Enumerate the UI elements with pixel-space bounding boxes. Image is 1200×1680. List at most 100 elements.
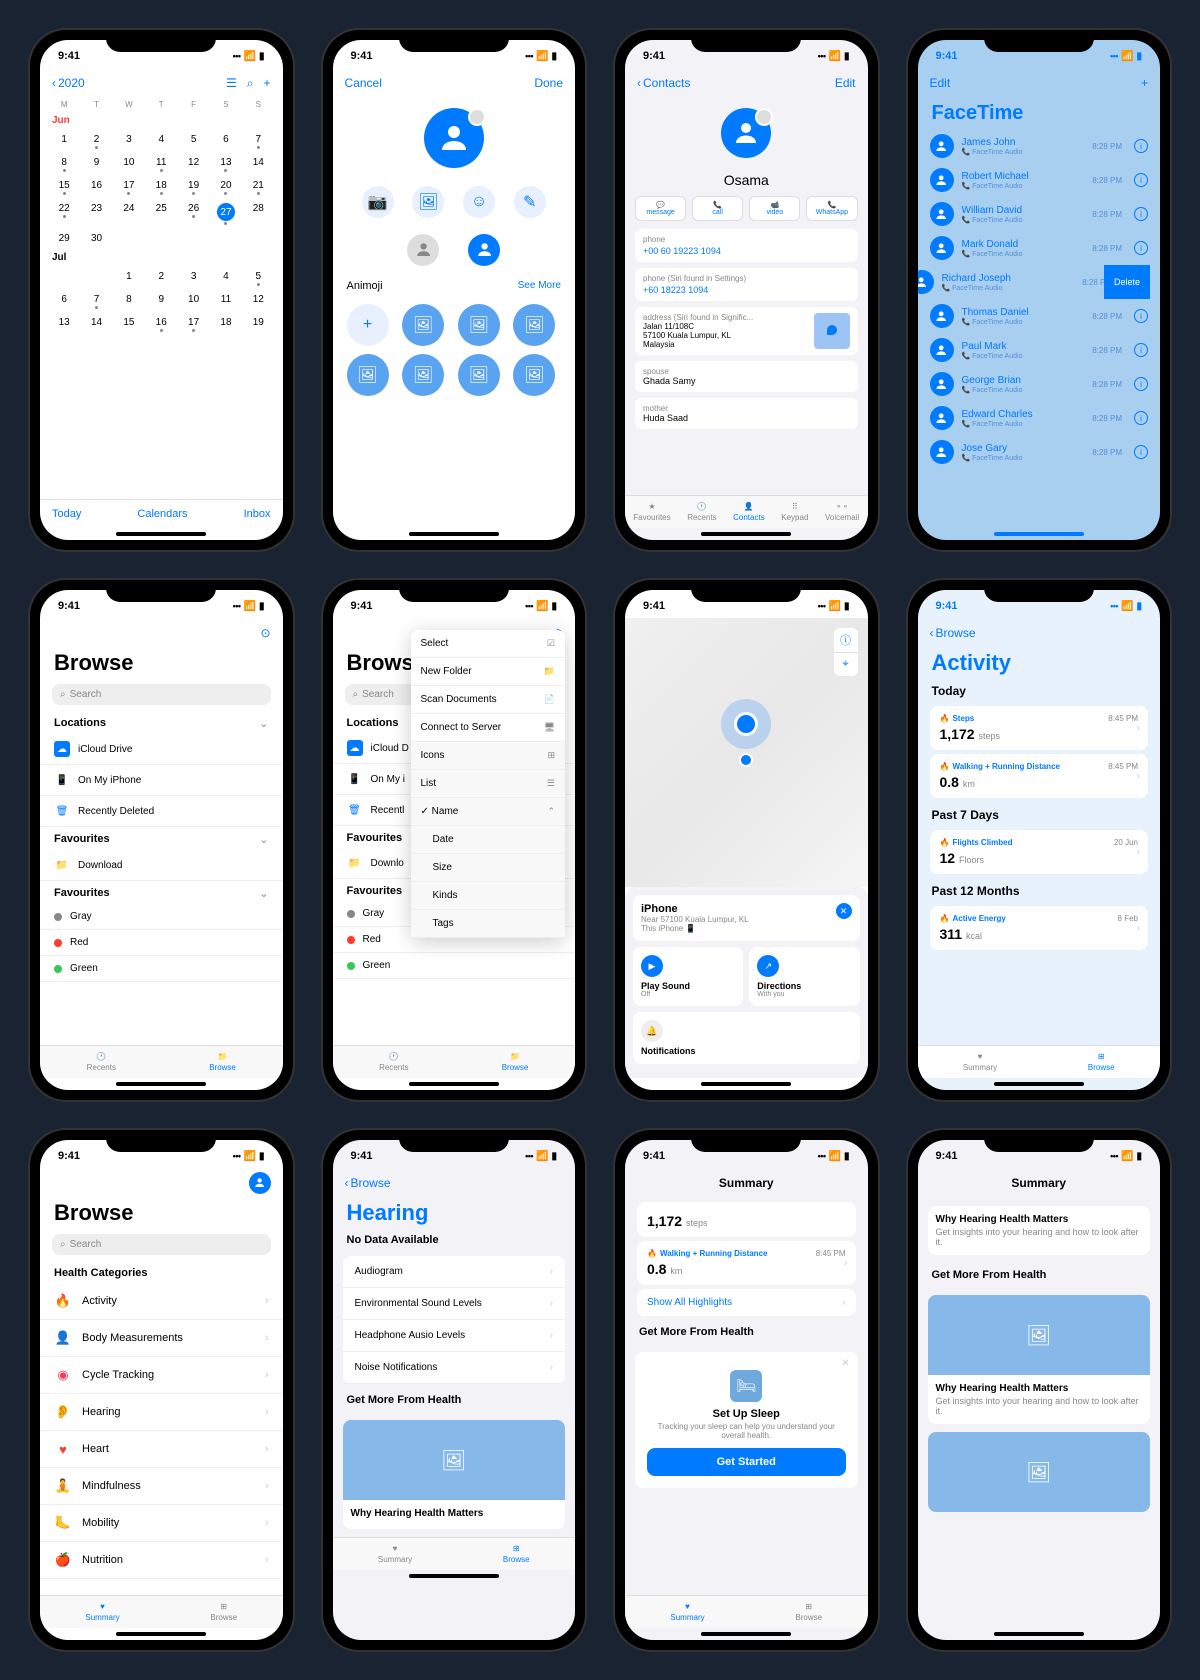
list-icon[interactable]: ☰ <box>226 76 237 91</box>
info-icon[interactable]: i <box>1134 241 1148 255</box>
calendar-day[interactable]: 18 <box>210 313 242 336</box>
avatar-preview[interactable] <box>424 108 484 168</box>
tab-summary[interactable]: ♥Summary <box>85 1602 119 1622</box>
profile-icon[interactable] <box>249 1172 271 1194</box>
add-button[interactable]: + <box>1141 76 1148 90</box>
facetime-item[interactable]: Paul Mark📞 FaceTime Audio8:28 PMi <box>918 333 1161 367</box>
tab-keypad[interactable]: ⠿Keypad <box>781 502 808 522</box>
show-all-button[interactable]: Show All Highlights› <box>637 1289 856 1316</box>
menu-date[interactable]: Date <box>411 826 566 854</box>
tag-item[interactable]: Red <box>40 930 283 956</box>
menu-new-folder[interactable]: New Folder📁 <box>411 658 566 686</box>
edit-button[interactable]: Edit <box>835 76 856 90</box>
animoji-option[interactable]: 🖼 <box>402 354 444 396</box>
tab-browse[interactable]: 📁Browse <box>502 1052 529 1072</box>
hearing-item[interactable]: Environmental Sound Levels› <box>343 1288 566 1320</box>
emoji-icon[interactable]: ☺ <box>463 186 495 218</box>
facetime-item[interactable]: Thomas Daniel📞 FaceTime Audio8:28 PMi <box>918 299 1161 333</box>
info-icon[interactable]: i <box>1134 343 1148 357</box>
calendar-day[interactable]: 12 <box>242 290 274 313</box>
activity-card[interactable]: 🔥 Active Energy8 Feb311 kcal› <box>930 906 1149 950</box>
tab-browse[interactable]: ⊞Browse <box>503 1544 530 1564</box>
tab-contacts[interactable]: 👤Contacts <box>733 502 765 522</box>
chevron-down-icon[interactable]: ⌄ <box>259 717 268 730</box>
calendar-day[interactable]: 13 <box>210 153 242 176</box>
calendar-day[interactable]: 19 <box>177 176 209 199</box>
tag-item[interactable]: Green <box>40 956 283 982</box>
facetime-item[interactable]: Richard Joseph📞 FaceTime Audio8:28 PMiDe… <box>918 265 1151 299</box>
calendar-day[interactable]: 4 <box>210 267 242 290</box>
home-indicator[interactable] <box>409 532 499 536</box>
tab-recents[interactable]: 🕐Recents <box>379 1052 408 1072</box>
done-button[interactable]: Done <box>534 76 563 90</box>
location-item[interactable]: 🗑Recently Deleted <box>40 796 283 827</box>
home-indicator[interactable] <box>701 1632 791 1636</box>
get-started-button[interactable]: Get Started <box>647 1448 846 1476</box>
calendar-day[interactable]: 26 <box>177 199 209 229</box>
bottom-sheet[interactable]: iPhoneNear 57100 Kuala Lumpur, KLThis iP… <box>625 887 868 1078</box>
category-item[interactable]: ♥Heart› <box>40 1431 283 1468</box>
calendar-day[interactable] <box>80 267 112 290</box>
info-icon[interactable]: i <box>1134 309 1148 323</box>
facetime-item[interactable]: Mark Donald📞 FaceTime Audio8:28 PMi <box>918 231 1161 265</box>
calendar-day[interactable]: 10 <box>177 290 209 313</box>
avatar-option[interactable] <box>468 234 500 266</box>
video-button[interactable]: 📹video <box>749 196 800 221</box>
home-indicator[interactable] <box>994 1632 1084 1636</box>
menu-scan[interactable]: Scan Documents📄 <box>411 686 566 714</box>
activity-card[interactable]: 🔥 Flights Climbed20 Jun12 Floors› <box>930 830 1149 874</box>
calendar-day[interactable]: 6 <box>48 290 80 313</box>
menu-select[interactable]: Select☑ <box>411 630 566 658</box>
calendar-day[interactable]: 1 <box>113 267 145 290</box>
calendar-day[interactable]: 9 <box>80 153 112 176</box>
info-card[interactable]: 🖼 <box>928 1432 1151 1512</box>
calendar-day[interactable]: 15 <box>113 313 145 336</box>
spouse-field[interactable]: spouseGhada Samy <box>635 361 858 392</box>
facetime-item[interactable]: Jose Gary📞 FaceTime Audio8:28 PMi <box>918 435 1161 469</box>
tab-browse[interactable]: 📁Browse <box>209 1052 236 1072</box>
calendar-day[interactable]: 14 <box>242 153 274 176</box>
home-indicator[interactable] <box>994 1082 1084 1086</box>
facetime-item[interactable]: William David📞 FaceTime Audio8:28 PMi <box>918 197 1161 231</box>
calendar-day[interactable]: 4 <box>145 130 177 153</box>
hearing-item[interactable]: Noise Notifications› <box>343 1352 566 1384</box>
calendar-day[interactable]: 22 <box>48 199 80 229</box>
calendar-day[interactable]: 14 <box>80 313 112 336</box>
calendar-day[interactable] <box>210 229 242 248</box>
info-icon[interactable]: i <box>1134 139 1148 153</box>
calendar-day[interactable]: 17 <box>113 176 145 199</box>
calendar-day[interactable]: 21 <box>242 176 274 199</box>
phone-field[interactable]: phone (Siri found in Settings)+60 18223 … <box>635 268 858 301</box>
phone-field[interactable]: phone+00 60 19223 1094 <box>635 229 858 262</box>
calendar-day[interactable]: 3 <box>113 130 145 153</box>
calendar-day[interactable]: 16 <box>145 313 177 336</box>
map-controls[interactable]: ⓘ ⌖ <box>834 628 858 676</box>
calendar-day[interactable]: 5 <box>177 130 209 153</box>
calendar-day[interactable] <box>145 229 177 248</box>
calendar-day[interactable]: 20 <box>210 176 242 199</box>
category-item[interactable]: ◉Cycle Tracking› <box>40 1357 283 1394</box>
activity-card[interactable]: 🔥 Walking + Running Distance8:45 PM0.8 k… <box>637 1241 856 1285</box>
calendar-day[interactable] <box>48 267 80 290</box>
calendar-day[interactable]: 6 <box>210 130 242 153</box>
animoji-option[interactable]: 🖼 <box>458 354 500 396</box>
home-indicator[interactable] <box>409 1082 499 1086</box>
info-icon[interactable]: i <box>1134 445 1148 459</box>
camera-icon[interactable]: 📷 <box>362 186 394 218</box>
info-icon[interactable]: i <box>1134 207 1148 221</box>
edit-button[interactable]: Edit <box>930 76 951 90</box>
inbox-button[interactable]: Inbox <box>244 508 271 520</box>
search-icon[interactable]: ⌕ <box>247 76 254 91</box>
calendar-day[interactable]: 5 <box>242 267 274 290</box>
home-indicator[interactable] <box>116 1082 206 1086</box>
tab-summary[interactable]: ♥Summary <box>963 1052 997 1072</box>
tab-browse[interactable]: ⊞Browse <box>210 1602 237 1622</box>
address-field[interactable]: address (Siri found in Signific...Jalan … <box>635 307 858 355</box>
map[interactable]: ⓘ ⌖ <box>625 618 868 887</box>
calendar-day[interactable]: 11 <box>210 290 242 313</box>
category-item[interactable]: 🦶Mobility› <box>40 1505 283 1542</box>
tab-recents[interactable]: 🕐Recents <box>687 502 716 522</box>
tab-favourites[interactable]: ★Favourites <box>633 502 670 522</box>
animoji-option[interactable]: 🖼 <box>513 304 555 346</box>
message-button[interactable]: 💬message <box>635 196 686 221</box>
